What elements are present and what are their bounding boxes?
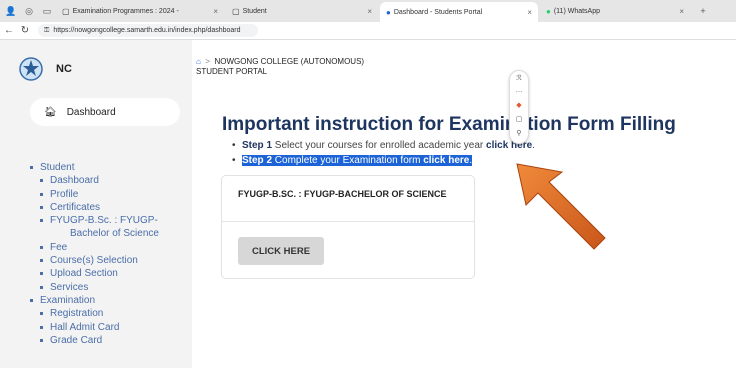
annotation-arrow-icon — [516, 163, 606, 250]
